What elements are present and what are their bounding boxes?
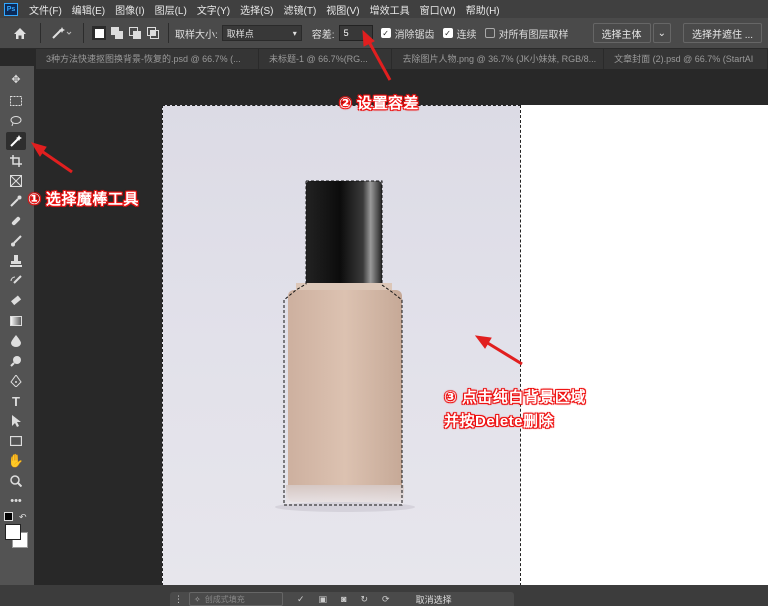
arrowhead <box>474 335 492 349</box>
arrow-to-magic-wand <box>39 148 73 174</box>
annotation-step2: ② 设置容差 <box>339 95 419 112</box>
arrow-to-tolerance <box>366 39 392 81</box>
annotation-step3-line1: ③ 点击纯白背景区域 <box>444 389 586 406</box>
annotation-step1: ① 选择魔棒工具 <box>28 191 139 208</box>
arrow-to-background <box>485 340 523 366</box>
annotation-step3-line2: 并按Delete删除 <box>444 413 555 430</box>
arrowhead <box>362 29 375 47</box>
annotation-arrows <box>30 29 523 366</box>
